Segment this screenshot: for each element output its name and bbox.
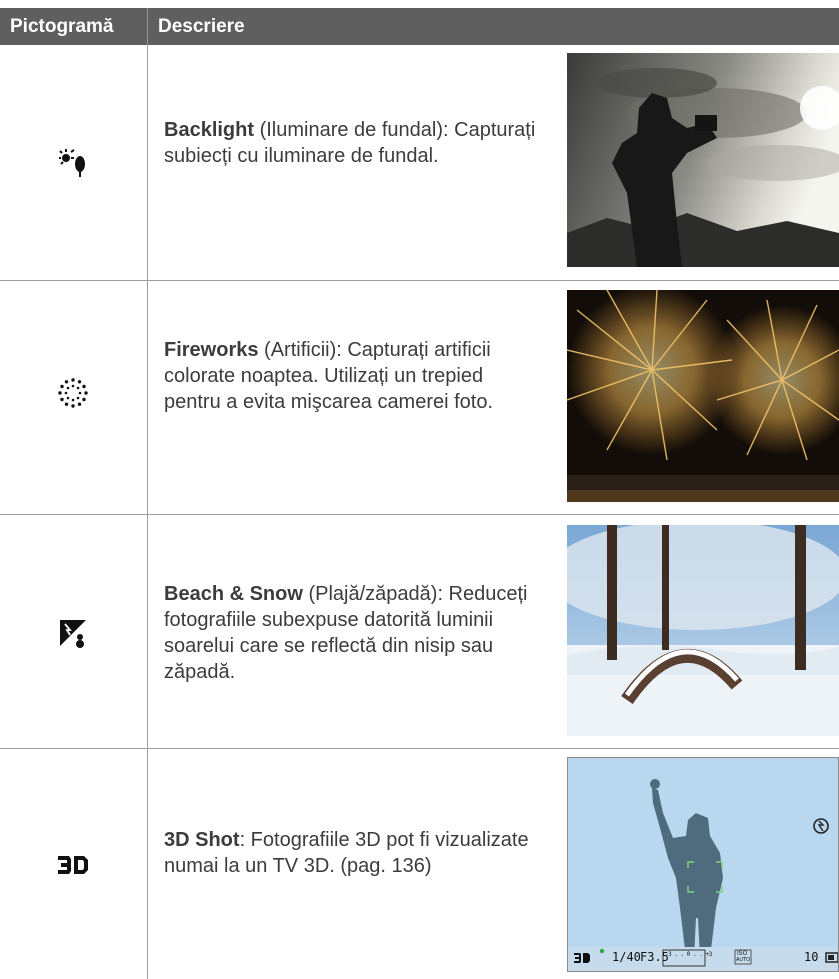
snow-scene-photo [567, 525, 839, 736]
backlight-description: Backlight (Iluminare de fundal): Captura… [164, 117, 544, 169]
table-row-fireworks: Fireworks (Artificii): Capturați artific… [0, 281, 839, 514]
exposure-scale: -3 . . 0 . . +3 [665, 951, 712, 958]
scene-mode-table: Pictogramă Descriere Backlight (Iluminar… [0, 0, 839, 979]
fireworks-photo [567, 290, 839, 502]
3d-shot-title: 3D Shot [164, 829, 240, 851]
header-divider [147, 8, 148, 45]
beach-snow-description: Beach & Snow (Plajă/zăpadă): Reduceți fo… [164, 581, 544, 685]
fireworks-description: Fireworks (Artificii): Capturați artific… [164, 337, 544, 415]
header-description-column: Descriere [158, 16, 245, 37]
3d-shot-description: 3D Shot: Fotografiile 3D pot fi vizualiz… [164, 827, 544, 879]
beach-snow-title: Beach & Snow [164, 583, 303, 605]
shots-remaining: 10 [804, 950, 819, 964]
backlight-title: Backlight [164, 119, 255, 141]
fireworks-title: Fireworks [164, 339, 259, 361]
iso-value: AUTO [736, 957, 751, 963]
table-header: Pictogramă Descriere [0, 8, 839, 45]
beach-snow-icon [50, 613, 96, 653]
backlight-icon [50, 143, 96, 183]
3d-icon [50, 845, 96, 885]
shutter-speed-readout: 1/40 [612, 950, 641, 964]
backlight-silhouette-photo [567, 53, 839, 267]
header-icon-column: Pictogramă [10, 16, 114, 37]
fireworks-icon [50, 373, 96, 413]
table-row-3d-shot: 3D Shot: Fotografiile 3D pot fi vizualiz… [0, 749, 839, 979]
3d-camera-screen-photo: 1/40 F3.5 -3 . . 0 . . +3 ISO AUTO 10 [567, 757, 839, 972]
iso-label: ISO [737, 950, 748, 957]
table-row-backlight: Backlight (Iluminare de fundal): Captura… [0, 45, 839, 280]
table-row-beach-snow: Beach & Snow (Plajă/zăpadă): Reduceți fo… [0, 515, 839, 748]
